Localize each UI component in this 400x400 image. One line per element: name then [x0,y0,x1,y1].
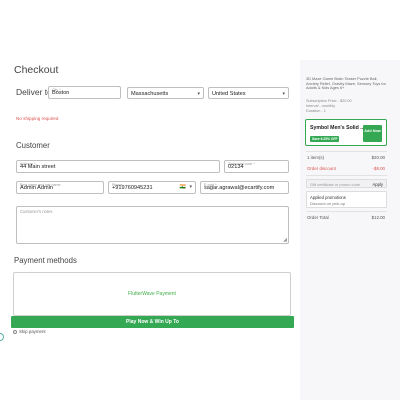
deliver-to-label: Deliver to [16,87,52,97]
upsell-offer-card: Symbol Men's Solid ... Save 6.25% OFF Ad… [305,119,387,146]
notes-placeholder: Customer's notes [20,209,53,214]
phone-field-value: +919760945231 [112,185,153,191]
add-now-button[interactable]: Add Now [363,125,382,142]
offer-title: Symbol Men's Solid ... [310,125,365,131]
zip-field[interactable]: Zip/postal code * 02134 [224,160,289,173]
email-field[interactable]: E-mail * sagar.agrawal@ecartify.com [200,181,289,194]
discount-row: Order discount -$8.00 [307,166,385,171]
subscription-duration: Duration - 1 [306,109,326,113]
name-field-value: Admin Admin [20,185,53,191]
play-now-button[interactable]: Play Now & Win Up To [11,316,294,328]
items-label: 1 item(s) [307,155,325,160]
items-value: $20.00 [371,155,385,160]
total-row: Order Total $12.00 [307,215,385,220]
phone-field[interactable]: Phone +919760945231 🇮🇳 ▾ [108,181,196,194]
state-select-value: Massachusetts [131,91,169,97]
city-field[interactable]: City * Boston [48,86,121,99]
applied-promotions-detail: Discount on pick-up [310,201,346,206]
address-field[interactable]: Address * 44 Main street [16,160,220,173]
apply-button[interactable]: Apply [373,182,383,187]
divider [306,175,387,176]
payment-heading: Payment methods [14,256,77,265]
discount-value: -$8.00 [372,166,385,171]
subscription-interval: Interval - monthly [306,104,336,108]
total-value: $12.00 [371,215,385,220]
name-field[interactable]: First name and last name Admin Admin [16,181,104,194]
email-field-value: sagar.agrawal@ecartify.com [204,185,275,191]
state-select[interactable]: Massachusetts ▾ [127,87,204,99]
payment-method-option[interactable]: FlutterWave Payment [13,272,291,316]
divider [306,151,387,152]
customer-notes-textarea[interactable]: Customer's notes ◢ [16,206,289,244]
page-title: Checkout [14,64,59,76]
skip-payment-label: Skip payment [19,329,46,334]
total-label: Order Total [307,215,329,220]
country-flag-icon[interactable]: 🇮🇳 [180,184,186,190]
country-select-value: United States [212,91,246,97]
shipping-warning: No shipping required [16,116,59,121]
chevron-down-icon: ▾ [197,91,200,97]
product-title: 3D Maze Game Brain Teaser Puzzle Ball, A… [306,76,386,91]
city-field-value: Boston [52,90,70,96]
offer-discount-badge: Save 6.25% OFF [310,136,340,142]
country-select[interactable]: United States ▾ [208,87,289,99]
divider [306,211,387,212]
widget-launcher-icon[interactable] [0,333,4,341]
promo-code-input[interactable]: Gift certificate or promo code Apply [306,179,387,188]
customer-heading: Customer [16,141,50,150]
zip-field-value: 02134 [228,164,244,170]
items-row: 1 item(s) $20.00 [307,155,385,160]
applied-promotions-box: Applied promotions Discount on pick-up [306,191,387,208]
applied-promotions-title: Applied promotions [310,195,346,200]
checkout-main: Checkout Deliver to City * Boston Massac… [0,0,300,400]
subscription-price: Subscription Price - $20.00 [306,99,352,103]
chevron-down-icon: ▾ [282,91,285,97]
skip-payment-option[interactable]: Skip payment [13,329,46,334]
discount-label: Order discount [307,166,336,171]
promo-code-placeholder: Gift certificate or promo code [310,181,360,187]
resize-handle-icon[interactable]: ◢ [283,238,287,243]
address-field-value: 44 Main street [20,164,56,170]
chevron-down-icon: ▾ [189,184,192,190]
radio-icon[interactable] [13,329,17,334]
payment-method-label: FlutterWave Payment [128,291,176,297]
